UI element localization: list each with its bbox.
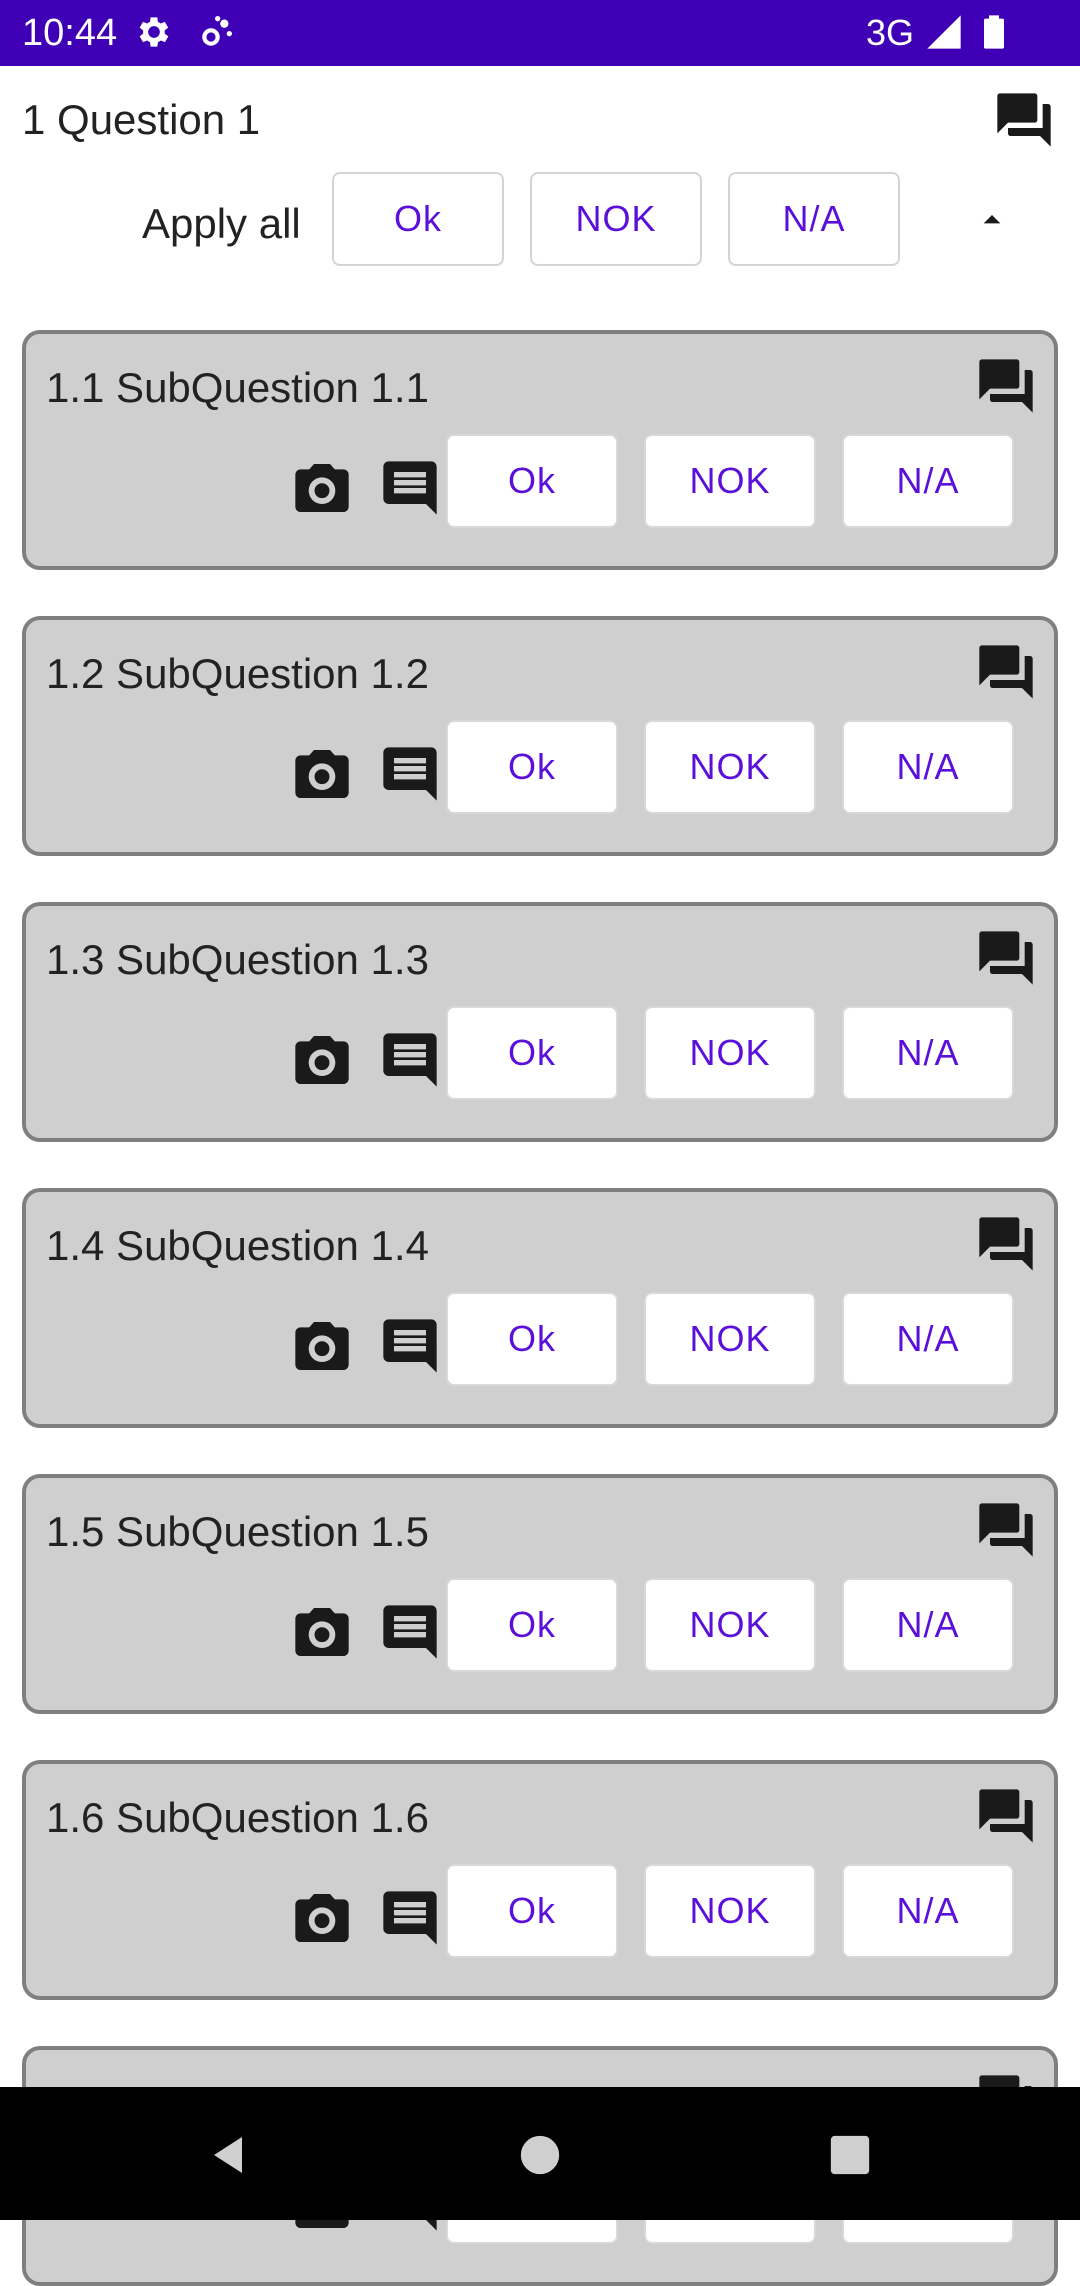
subquestion-card: 1.4 SubQuestion 1.4 Ok NOK N/A [22,1188,1058,1428]
na-button[interactable]: N/A [842,434,1014,528]
back-nav-button[interactable] [198,2123,262,2187]
forum-icon[interactable] [974,640,1038,704]
settings-icon [134,12,174,52]
recents-square-icon [830,2135,870,2175]
forum-icon[interactable] [974,1212,1038,1276]
camera-icon[interactable] [290,1600,354,1664]
subquestion-title: 1.1 SubQuestion 1.1 [46,364,429,411]
subquestion-card: 1.1 SubQuestion 1.1 Ok NOK N/A [22,330,1058,570]
na-button[interactable]: N/A [842,720,1014,814]
ok-button[interactable]: Ok [446,1578,618,1672]
ok-button[interactable]: Ok [446,1864,618,1958]
subquestion-title: 1.4 SubQuestion 1.4 [46,1222,429,1269]
comment-icon[interactable] [378,742,442,806]
camera-icon[interactable] [290,456,354,520]
apply-all-ok-button[interactable]: Ok [332,172,504,266]
status-time: 10:44 [22,12,118,54]
nok-button[interactable]: NOK [644,720,816,814]
subquestion-title: 1.2 SubQuestion 1.2 [46,650,429,697]
camera-icon[interactable] [290,1314,354,1378]
comment-icon[interactable] [378,1314,442,1378]
forum-icon[interactable] [974,1498,1038,1562]
status-bar: 10:44 3G [0,0,1080,66]
forum-icon[interactable] [974,926,1038,990]
page-title: 1 Question 1 [22,96,261,143]
back-triangle-icon [214,2137,242,2173]
subquestion-title: 1.3 SubQuestion 1.3 [46,936,429,983]
navigation-bar [0,2087,1080,2220]
comment-icon[interactable] [378,1600,442,1664]
signal-dots-icon [196,12,236,52]
forum-icon[interactable] [974,354,1038,418]
nok-button[interactable]: NOK [644,1006,816,1100]
na-button[interactable]: N/A [842,1006,1014,1100]
nok-button[interactable]: NOK [644,1578,816,1672]
network-type: 3G [866,12,915,53]
na-button[interactable]: N/A [842,1864,1014,1958]
collapse-button[interactable] [962,190,1022,250]
subquestion-title: 1.6 SubQuestion 1.6 [46,1794,429,1841]
subquestion-title: 1.5 SubQuestion 1.5 [46,1508,429,1555]
nok-button[interactable]: NOK [644,1292,816,1386]
nok-button[interactable]: NOK [644,434,816,528]
recents-nav-button[interactable] [818,2123,882,2187]
home-circle-icon [520,2135,560,2175]
comment-icon[interactable] [378,456,442,520]
camera-icon[interactable] [290,1886,354,1950]
home-nav-button[interactable] [508,2123,572,2187]
ok-button[interactable]: Ok [446,1006,618,1100]
comment-icon[interactable] [378,1886,442,1950]
camera-icon[interactable] [290,742,354,806]
apply-all-label: Apply all [142,200,301,247]
apply-all-na-button[interactable]: N/A [728,172,900,266]
arrow-up-icon [983,215,1001,224]
ok-button[interactable]: Ok [446,720,618,814]
cell-signal-icon [924,12,964,52]
subquestion-card: 1.3 SubQuestion 1.3 Ok NOK N/A [22,902,1058,1142]
battery-icon [974,12,1014,52]
subquestion-card: 1.2 SubQuestion 1.2 Ok NOK N/A [22,616,1058,856]
na-button[interactable]: N/A [842,1292,1014,1386]
ok-button[interactable]: Ok [446,1292,618,1386]
comment-icon[interactable] [378,1028,442,1092]
subquestion-card: 1.6 SubQuestion 1.6 Ok NOK N/A [22,1760,1058,2000]
apply-all-nok-button[interactable]: NOK [530,172,702,266]
forum-icon[interactable] [974,1784,1038,1848]
ok-button[interactable]: Ok [446,434,618,528]
nok-button[interactable]: NOK [644,1864,816,1958]
na-button[interactable]: N/A [842,1578,1014,1672]
forum-icon[interactable] [992,88,1056,152]
subquestion-card: 1.5 SubQuestion 1.5 Ok NOK N/A [22,1474,1058,1714]
camera-icon[interactable] [290,1028,354,1092]
